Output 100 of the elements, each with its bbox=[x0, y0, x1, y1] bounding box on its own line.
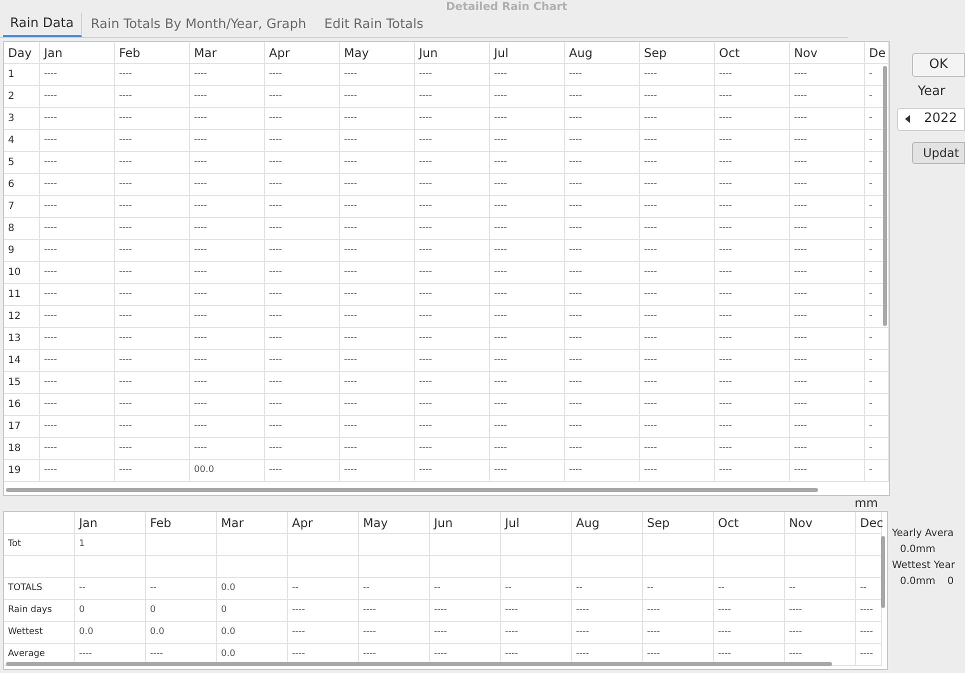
column-header: Nov bbox=[785, 512, 856, 534]
row-label: Rain days bbox=[4, 600, 75, 622]
column-header: Jan bbox=[75, 512, 146, 534]
table-cell: ---- bbox=[430, 622, 501, 644]
table-cell: -- bbox=[146, 578, 217, 600]
table-cell: ---- bbox=[288, 622, 359, 644]
table-cell: ---- bbox=[40, 284, 115, 306]
vertical-scrollbar[interactable] bbox=[881, 536, 885, 608]
tab[interactable]: Edit Rain Totals bbox=[315, 13, 432, 37]
table-cell: ---- bbox=[490, 460, 565, 482]
ok-button[interactable]: OK bbox=[912, 53, 965, 77]
table-cell: ---- bbox=[565, 86, 640, 108]
table-cell: -- bbox=[430, 578, 501, 600]
table-cell: ---- bbox=[490, 438, 565, 460]
table-cell: ---- bbox=[340, 328, 415, 350]
table-cell: ---- bbox=[565, 438, 640, 460]
table-cell: ---- bbox=[790, 108, 865, 130]
column-header: Sep bbox=[643, 512, 714, 534]
table-cell: 0.0 bbox=[217, 622, 288, 644]
table-cell: ---- bbox=[490, 328, 565, 350]
tab[interactable]: Rain Totals By Month/Year, Graph bbox=[82, 13, 316, 37]
table-cell: ---- bbox=[640, 394, 715, 416]
table-cell: ---- bbox=[40, 306, 115, 328]
table-cell: ---- bbox=[115, 218, 190, 240]
table-cell: ---- bbox=[115, 460, 190, 482]
table-cell: ---- bbox=[115, 152, 190, 174]
table-cell: 17 bbox=[4, 416, 40, 438]
table-cell: ---- bbox=[790, 438, 865, 460]
table-cell: ---- bbox=[640, 350, 715, 372]
table-cell: ---- bbox=[340, 152, 415, 174]
table-cell: ---- bbox=[415, 306, 490, 328]
column-header: De bbox=[865, 42, 889, 64]
column-header: Nov bbox=[790, 42, 865, 64]
table-cell: - bbox=[865, 350, 889, 372]
table-cell bbox=[359, 534, 430, 556]
table-cell: ---- bbox=[430, 600, 501, 622]
table-cell: ---- bbox=[715, 130, 790, 152]
table-cell: ---- bbox=[190, 262, 265, 284]
table-cell: ---- bbox=[115, 108, 190, 130]
table-cell: ---- bbox=[359, 622, 430, 644]
table-cell bbox=[359, 556, 430, 578]
table-cell: 0 bbox=[75, 600, 146, 622]
table-cell: ---- bbox=[415, 86, 490, 108]
table-cell: ---- bbox=[265, 416, 340, 438]
table-cell: ---- bbox=[340, 130, 415, 152]
column-header: Sep bbox=[640, 42, 715, 64]
horizontal-scrollbar[interactable] bbox=[6, 488, 818, 492]
table-cell bbox=[217, 534, 288, 556]
table-cell: ---- bbox=[790, 152, 865, 174]
table-cell: ---- bbox=[790, 64, 865, 86]
table-cell: 10 bbox=[4, 262, 40, 284]
table-cell: ---- bbox=[340, 240, 415, 262]
column-header: Jun bbox=[415, 42, 490, 64]
table-cell: ---- bbox=[190, 328, 265, 350]
table-cell: ---- bbox=[40, 394, 115, 416]
table-cell: ---- bbox=[565, 196, 640, 218]
horizontal-scrollbar[interactable] bbox=[6, 662, 832, 666]
table-cell: ---- bbox=[415, 328, 490, 350]
table-cell: ---- bbox=[715, 306, 790, 328]
table-cell: ---- bbox=[40, 174, 115, 196]
table-cell: ---- bbox=[115, 86, 190, 108]
left-arrow-icon[interactable] bbox=[905, 115, 910, 123]
table-cell: ---- bbox=[490, 306, 565, 328]
column-header: May bbox=[359, 512, 430, 534]
table-cell: ---- bbox=[340, 438, 415, 460]
table-cell: ---- bbox=[572, 622, 643, 644]
table-cell: ---- bbox=[565, 108, 640, 130]
table-cell: ---- bbox=[40, 240, 115, 262]
year-spinner[interactable]: 2022 bbox=[897, 108, 965, 130]
table-cell: ---- bbox=[40, 218, 115, 240]
unit-label: mm bbox=[854, 496, 878, 511]
tab[interactable]: Rain Data bbox=[3, 13, 82, 37]
table-cell: 13 bbox=[4, 328, 40, 350]
corner-cell bbox=[4, 512, 75, 534]
table-cell: ---- bbox=[340, 108, 415, 130]
table-cell: ---- bbox=[490, 350, 565, 372]
table-cell: ---- bbox=[190, 306, 265, 328]
table-cell: ---- bbox=[415, 130, 490, 152]
table-cell: ---- bbox=[640, 372, 715, 394]
table-cell: ---- bbox=[715, 460, 790, 482]
column-header: Oct bbox=[714, 512, 785, 534]
table-cell: ---- bbox=[715, 416, 790, 438]
table-cell: ---- bbox=[265, 306, 340, 328]
table-cell: 5 bbox=[4, 152, 40, 174]
update-button[interactable]: Updat bbox=[912, 142, 965, 164]
table-cell: ---- bbox=[265, 372, 340, 394]
table-cell: ---- bbox=[40, 460, 115, 482]
table-cell: 9 bbox=[4, 240, 40, 262]
table-cell: ---- bbox=[190, 350, 265, 372]
column-header: Mar bbox=[190, 42, 265, 64]
table-cell: ---- bbox=[565, 218, 640, 240]
table-cell: ---- bbox=[115, 350, 190, 372]
table-cell: ---- bbox=[640, 240, 715, 262]
column-header: Day bbox=[4, 42, 40, 64]
vertical-scrollbar[interactable] bbox=[883, 66, 887, 326]
table-cell: 1 bbox=[75, 534, 146, 556]
table-cell: ---- bbox=[640, 262, 715, 284]
table-cell: 3 bbox=[4, 108, 40, 130]
table-cell: ---- bbox=[640, 218, 715, 240]
table-cell bbox=[288, 556, 359, 578]
